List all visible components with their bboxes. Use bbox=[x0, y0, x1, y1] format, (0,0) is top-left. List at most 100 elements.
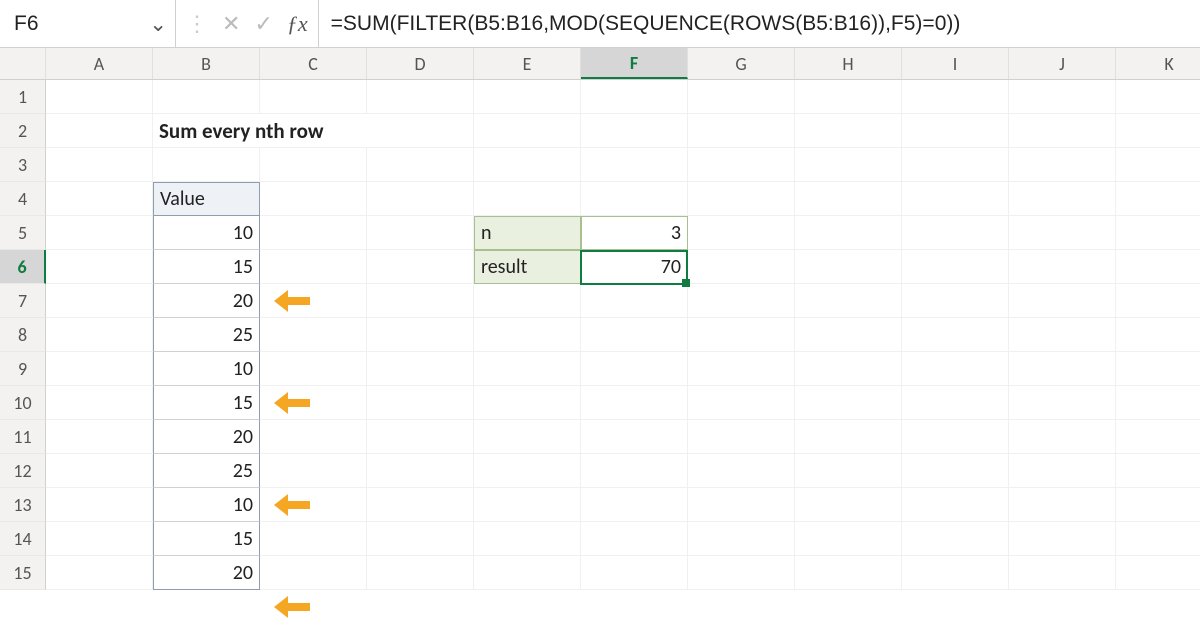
cell-I9[interactable] bbox=[902, 352, 1009, 386]
grid[interactable]: 1 2 Sum every nth row 3 bbox=[0, 80, 1200, 590]
cell-H12[interactable] bbox=[795, 454, 902, 488]
cell-I5[interactable] bbox=[902, 216, 1009, 250]
cell-J11[interactable] bbox=[1009, 420, 1116, 454]
cell-E8[interactable] bbox=[474, 318, 581, 352]
cell-A8[interactable] bbox=[46, 318, 153, 352]
col-header-E[interactable]: E bbox=[474, 48, 581, 79]
cell-I14[interactable] bbox=[902, 522, 1009, 556]
cell-E2[interactable] bbox=[474, 114, 581, 148]
cell-C14[interactable] bbox=[260, 522, 367, 556]
cell-D11[interactable] bbox=[367, 420, 474, 454]
value-cell[interactable]: 15 bbox=[153, 386, 260, 420]
cell-I7[interactable] bbox=[902, 284, 1009, 318]
value-cell[interactable]: 10 bbox=[153, 488, 260, 522]
cell-F13[interactable] bbox=[581, 488, 688, 522]
cell-E9[interactable] bbox=[474, 352, 581, 386]
cell-H3[interactable] bbox=[795, 148, 902, 182]
cell-E4[interactable] bbox=[474, 182, 581, 216]
cell-H9[interactable] bbox=[795, 352, 902, 386]
cell-A11[interactable] bbox=[46, 420, 153, 454]
col-header-A[interactable]: A bbox=[46, 48, 153, 79]
cell-K6[interactable] bbox=[1116, 250, 1200, 284]
cell-F10[interactable] bbox=[581, 386, 688, 420]
col-header-G[interactable]: G bbox=[688, 48, 795, 79]
cell-G1[interactable] bbox=[688, 80, 795, 114]
cell-G6[interactable] bbox=[688, 250, 795, 284]
cell-J15[interactable] bbox=[1009, 556, 1116, 590]
value-cell[interactable]: 10 bbox=[153, 352, 260, 386]
cell-A7[interactable] bbox=[46, 284, 153, 318]
cell-D13[interactable] bbox=[367, 488, 474, 522]
cell-J4[interactable] bbox=[1009, 182, 1116, 216]
cell-C4[interactable] bbox=[260, 182, 367, 216]
cell-J9[interactable] bbox=[1009, 352, 1116, 386]
cell-F11[interactable] bbox=[581, 420, 688, 454]
cell-I3[interactable] bbox=[902, 148, 1009, 182]
cell-D14[interactable] bbox=[367, 522, 474, 556]
select-all-triangle[interactable] bbox=[0, 48, 46, 79]
cell-A3[interactable] bbox=[46, 148, 153, 182]
cell-C3[interactable] bbox=[260, 148, 367, 182]
cell-J6[interactable] bbox=[1009, 250, 1116, 284]
cell-F9[interactable] bbox=[581, 352, 688, 386]
cell-E12[interactable] bbox=[474, 454, 581, 488]
cell-I8[interactable] bbox=[902, 318, 1009, 352]
cell-I4[interactable] bbox=[902, 182, 1009, 216]
row-header[interactable]: 14 bbox=[0, 522, 46, 556]
row-header[interactable]: 11 bbox=[0, 420, 46, 454]
cell-I2[interactable] bbox=[902, 114, 1009, 148]
cell-F7[interactable] bbox=[581, 284, 688, 318]
col-header-H[interactable]: H bbox=[795, 48, 902, 79]
cell-D8[interactable] bbox=[367, 318, 474, 352]
col-header-D[interactable]: D bbox=[367, 48, 474, 79]
cell-J1[interactable] bbox=[1009, 80, 1116, 114]
cell-K15[interactable] bbox=[1116, 556, 1200, 590]
col-header-B[interactable]: B bbox=[153, 48, 260, 79]
row-header[interactable]: 1 bbox=[0, 80, 46, 114]
cell-F12[interactable] bbox=[581, 454, 688, 488]
cell-J8[interactable] bbox=[1009, 318, 1116, 352]
cell-F8[interactable] bbox=[581, 318, 688, 352]
cell-A4[interactable] bbox=[46, 182, 153, 216]
cell-B1[interactable] bbox=[153, 80, 260, 114]
cell-K9[interactable] bbox=[1116, 352, 1200, 386]
cell-D7[interactable] bbox=[367, 284, 474, 318]
cell-H13[interactable] bbox=[795, 488, 902, 522]
value-cell[interactable]: 25 bbox=[153, 454, 260, 488]
cell-E15[interactable] bbox=[474, 556, 581, 590]
cell-K10[interactable] bbox=[1116, 386, 1200, 420]
cell-I13[interactable] bbox=[902, 488, 1009, 522]
row-header[interactable]: 7 bbox=[0, 284, 46, 318]
cell-G9[interactable] bbox=[688, 352, 795, 386]
cell-A12[interactable] bbox=[46, 454, 153, 488]
col-header-C[interactable]: C bbox=[260, 48, 367, 79]
cell-E10[interactable] bbox=[474, 386, 581, 420]
cell-H11[interactable] bbox=[795, 420, 902, 454]
cell-C1[interactable] bbox=[260, 80, 367, 114]
cell-K14[interactable] bbox=[1116, 522, 1200, 556]
cell-D12[interactable] bbox=[367, 454, 474, 488]
col-header-F[interactable]: F bbox=[581, 48, 688, 79]
cell-K12[interactable] bbox=[1116, 454, 1200, 488]
cell-I10[interactable] bbox=[902, 386, 1009, 420]
cell-I1[interactable] bbox=[902, 80, 1009, 114]
row-header[interactable]: 4 bbox=[0, 182, 46, 216]
cell-F3[interactable] bbox=[581, 148, 688, 182]
cell-J2[interactable] bbox=[1009, 114, 1116, 148]
cell-G5[interactable] bbox=[688, 216, 795, 250]
cell-A10[interactable] bbox=[46, 386, 153, 420]
cell-H4[interactable] bbox=[795, 182, 902, 216]
col-header-J[interactable]: J bbox=[1009, 48, 1116, 79]
cell-G8[interactable] bbox=[688, 318, 795, 352]
cell-H2[interactable] bbox=[795, 114, 902, 148]
n-label[interactable]: n bbox=[474, 216, 581, 250]
cell-F15[interactable] bbox=[581, 556, 688, 590]
cell-A15[interactable] bbox=[46, 556, 153, 590]
cell-G4[interactable] bbox=[688, 182, 795, 216]
cell-J5[interactable] bbox=[1009, 216, 1116, 250]
cell-C15[interactable] bbox=[260, 556, 367, 590]
cell-H6[interactable] bbox=[795, 250, 902, 284]
cell-K8[interactable] bbox=[1116, 318, 1200, 352]
cell-A9[interactable] bbox=[46, 352, 153, 386]
cell-K5[interactable] bbox=[1116, 216, 1200, 250]
